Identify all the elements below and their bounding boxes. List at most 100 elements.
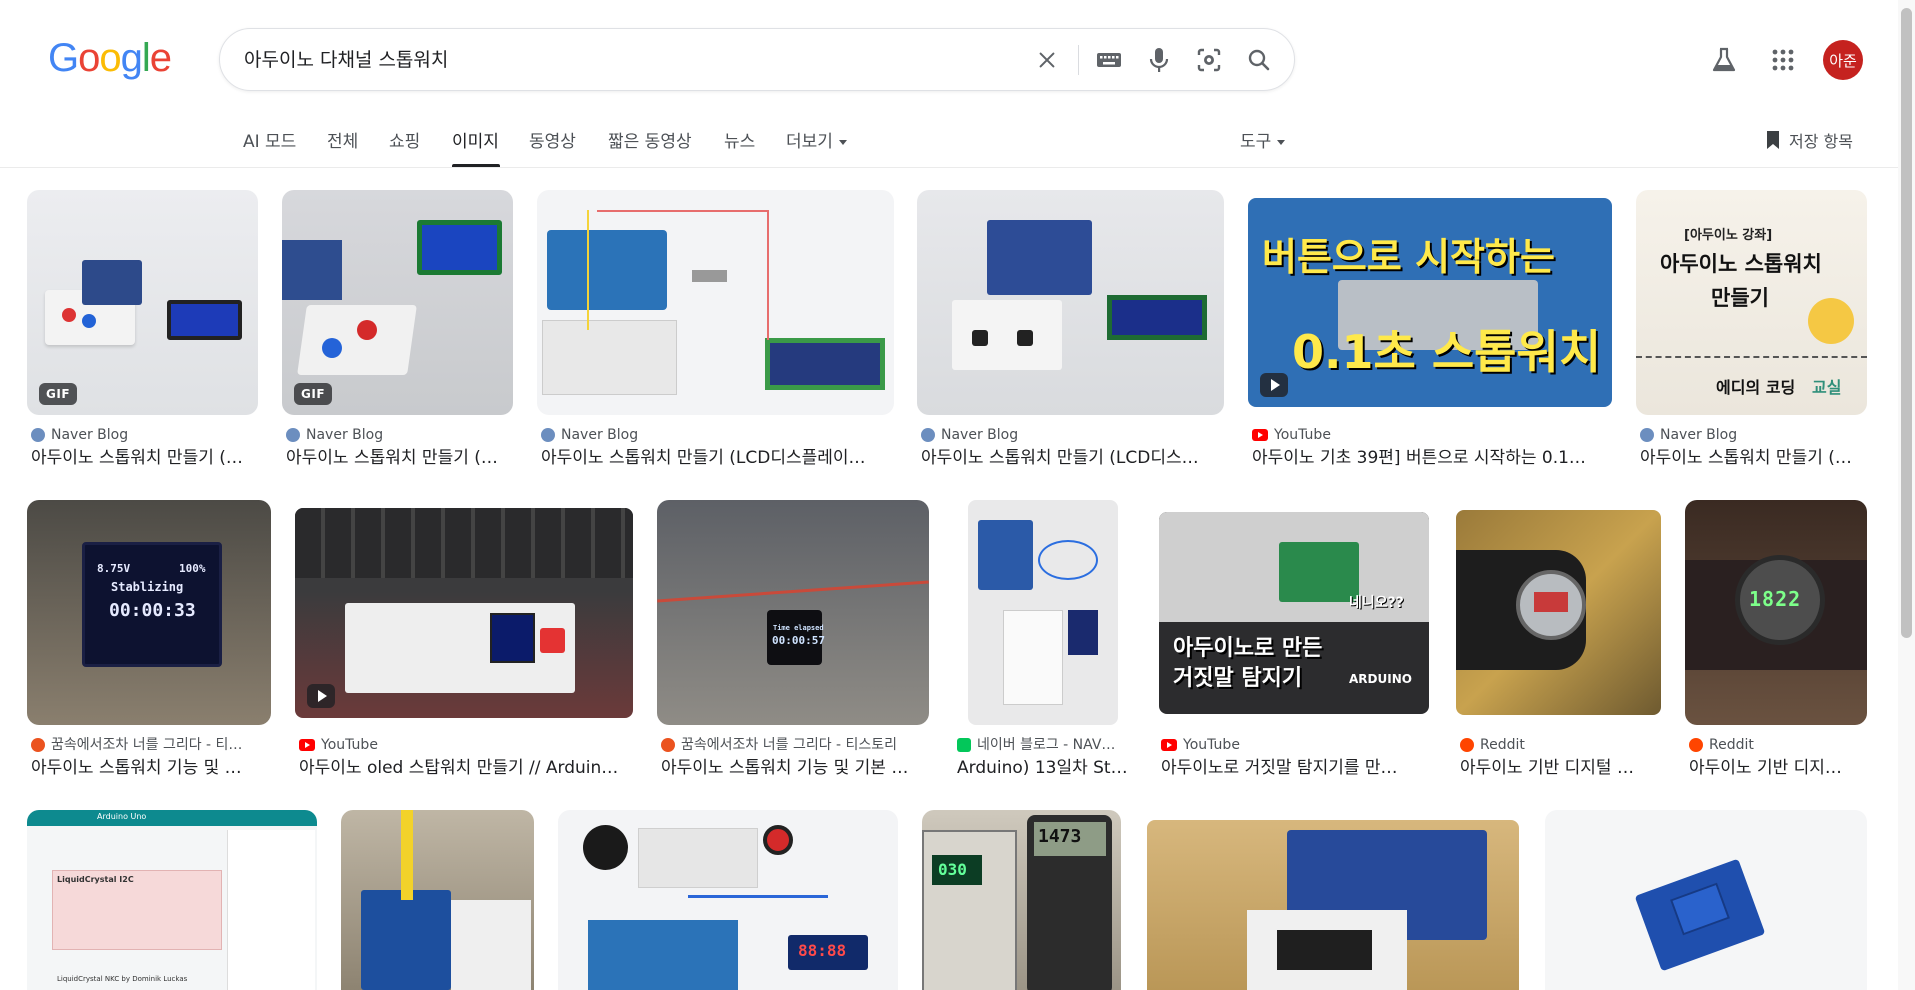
thumbnail-caption: 버튼으로 시작하는 <box>1262 235 1555 279</box>
site-icon <box>921 428 935 442</box>
tab-all[interactable]: 전체 <box>327 130 358 154</box>
chevron-down-icon <box>1277 139 1286 145</box>
result-source: Naver Blog <box>1640 426 1865 444</box>
site-icon <box>31 428 45 442</box>
tab-images[interactable]: 이미지 <box>452 130 499 154</box>
result-source: Reddit <box>1689 736 1867 754</box>
chevron-down-icon <box>838 139 847 145</box>
clear-icon[interactable] <box>1032 45 1062 75</box>
search-input[interactable]: 아두이노 다채널 스톱워치 <box>244 48 448 72</box>
image-result[interactable]: 88:88 <box>558 810 898 990</box>
image-result[interactable]: 8.75V 100% Stablizing 00:00:33 꿈속에서조차 너를… <box>27 500 271 780</box>
search-divider <box>1078 45 1079 75</box>
image-result[interactable]: Time elapsed 00:00:57 꿈속에서조차 너를 그리다 - 티스… <box>657 500 929 780</box>
tab-short-videos[interactable]: 짧은 동영상 <box>608 130 692 154</box>
result-title: 아두이노 기초 39편] 버튼으로 시작하는 0.1… <box>1252 448 1586 468</box>
result-thumbnail <box>1145 810 1521 990</box>
image-result[interactable] <box>1145 810 1521 990</box>
source-label: Reddit <box>1480 737 1525 753</box>
search-icon[interactable] <box>1244 45 1274 75</box>
saved-items-button[interactable]: 저장 항목 <box>1765 128 1853 152</box>
site-icon <box>661 738 675 752</box>
thumbnail-caption: 1822 <box>1749 587 1802 611</box>
image-result[interactable]: Naver Blog 아두이노 스톱워치 만들기 (LCD디스… <box>917 190 1224 470</box>
result-thumbnail: GIF <box>282 190 513 415</box>
thumbnail-caption: 에디의 코딩 <box>1716 378 1796 397</box>
tab-shopping[interactable]: 쇼핑 <box>389 130 420 154</box>
logo-letter: o <box>99 36 121 80</box>
image-result[interactable] <box>341 810 534 990</box>
result-thumbnail: 버튼으로 시작하는 0.1초 스톱워치 <box>1248 190 1612 415</box>
source-label: YouTube <box>1274 427 1331 443</box>
mic-icon[interactable] <box>1144 45 1174 75</box>
search-box[interactable]: 아두이노 다채널 스톱워치 <box>219 28 1295 91</box>
image-result[interactable]: [아두이노 강좌] 아두이노 스톱워치 만들기 에디의 코딩 교실 Naver … <box>1636 190 1867 470</box>
result-source: 꿈속에서조차 너를 그리다 - 티스토리 <box>661 736 926 754</box>
result-source: YouTube <box>299 736 629 754</box>
image-result[interactable]: Naver Blog 아두이노 스톱워치 만들기 (LCD디스플레이… <box>537 190 894 470</box>
scrollbar-thumb[interactable] <box>1901 8 1912 638</box>
result-source: YouTube <box>1252 426 1607 444</box>
thumbnail-caption: LiquidCrystal NKC by Dominik Luckas <box>57 975 188 983</box>
google-logo[interactable]: Google <box>48 36 172 80</box>
result-thumbnail: 8.75V 100% Stablizing 00:00:33 <box>27 500 271 725</box>
result-thumbnail: [아두이노 강좌] 아두이노 스톱워치 만들기 에디의 코딩 교실 <box>1636 190 1867 415</box>
result-thumbnail <box>953 500 1133 725</box>
tab-ai-mode[interactable]: AI 모드 <box>243 130 296 154</box>
thumbnail-caption: 만들기 <box>1711 286 1769 310</box>
thumbnail-caption: 거짓말 탐지기 <box>1173 666 1303 691</box>
thumbnail-caption: 0.1초 스톱워치 <box>1292 325 1602 379</box>
youtube-icon <box>299 739 315 751</box>
thumbnail-caption: 030 <box>938 860 967 879</box>
result-thumbnail <box>1456 500 1661 725</box>
gif-badge: GIF <box>294 383 333 405</box>
image-result[interactable]: GIF Naver Blog 아두이노 스톱워치 만들기 (… <box>282 190 513 470</box>
source-label: 꿈속에서조차 너를 그리다 - 티… <box>51 737 243 753</box>
thumbnail-caption: 00:00:33 <box>109 600 196 621</box>
image-result[interactable]: Arduino Uno LiquidCrystal I2C LiquidCrys… <box>27 810 317 990</box>
image-result[interactable]: 030 1473 <box>922 810 1121 990</box>
thumbnail-caption: Arduino Uno <box>97 812 147 821</box>
thumbnail-caption: 교실 <box>1812 378 1842 397</box>
site-icon <box>541 428 555 442</box>
result-title: 아두이노 스톱워치 기능 및 기본 … <box>661 758 909 778</box>
avatar[interactable]: 아준 <box>1823 40 1863 80</box>
result-thumbnail: GIF <box>27 190 258 415</box>
thumbnail-caption: 8.75V <box>97 562 131 575</box>
tab-videos[interactable]: 동영상 <box>529 130 576 154</box>
result-thumbnail: 아두이노로 만든 거짓말 탐지기 네니오?? ARDUINO <box>1157 500 1432 725</box>
result-thumbnail <box>537 190 894 415</box>
logo-letter: g <box>120 36 143 80</box>
thumbnail-caption: 아두이노 스톱워치 <box>1660 252 1822 276</box>
image-result[interactable]: Reddit 아두이노 기반 디지털 … <box>1456 500 1661 780</box>
tools-button[interactable]: 도구 <box>1240 130 1286 154</box>
image-result[interactable]: 네이버 블로그 - NAV… Arduino) 13일차 St… <box>953 500 1133 780</box>
thumbnail-caption: 아두이노로 만든 <box>1173 636 1323 661</box>
source-label: Reddit <box>1709 737 1754 753</box>
image-result[interactable]: 버튼으로 시작하는 0.1초 스톱워치 YouTube 아두이노 기초 39편]… <box>1248 190 1612 470</box>
tab-more[interactable]: 더보기 <box>786 130 847 154</box>
image-result[interactable]: 1822 Reddit 아두이노 기반 디지… <box>1685 500 1867 780</box>
result-source: Naver Blog <box>286 426 511 444</box>
site-icon <box>1689 738 1703 752</box>
keyboard-icon[interactable] <box>1094 45 1124 75</box>
image-result[interactable] <box>1545 810 1867 990</box>
youtube-icon <box>1161 739 1177 751</box>
result-title: 아두이노 스톱워치 만들기 (LCD디스플레이… <box>541 448 866 468</box>
site-icon <box>1640 428 1654 442</box>
apps-icon[interactable] <box>1765 42 1801 78</box>
image-result[interactable]: YouTube 아두이노 oled 스탑워치 만들기 // Arduin… <box>295 500 633 780</box>
result-thumbnail <box>341 810 534 990</box>
tab-news[interactable]: 뉴스 <box>724 130 755 154</box>
result-source: Naver Blog <box>541 426 891 444</box>
lens-icon[interactable] <box>1194 45 1224 75</box>
site-icon <box>31 738 45 752</box>
image-result[interactable]: 아두이노로 만든 거짓말 탐지기 네니오?? ARDUINO YouTube 아… <box>1157 500 1432 780</box>
thumbnail-caption: ARDUINO <box>1349 672 1412 686</box>
labs-icon[interactable] <box>1706 42 1742 78</box>
result-thumbnail <box>917 190 1224 415</box>
image-result[interactable]: GIF Naver Blog 아두이노 스톱워치 만들기 (… <box>27 190 258 470</box>
thumbnail-caption: 네니오?? <box>1349 595 1404 611</box>
logo-letter: e <box>149 36 172 80</box>
result-thumbnail <box>1545 810 1867 990</box>
